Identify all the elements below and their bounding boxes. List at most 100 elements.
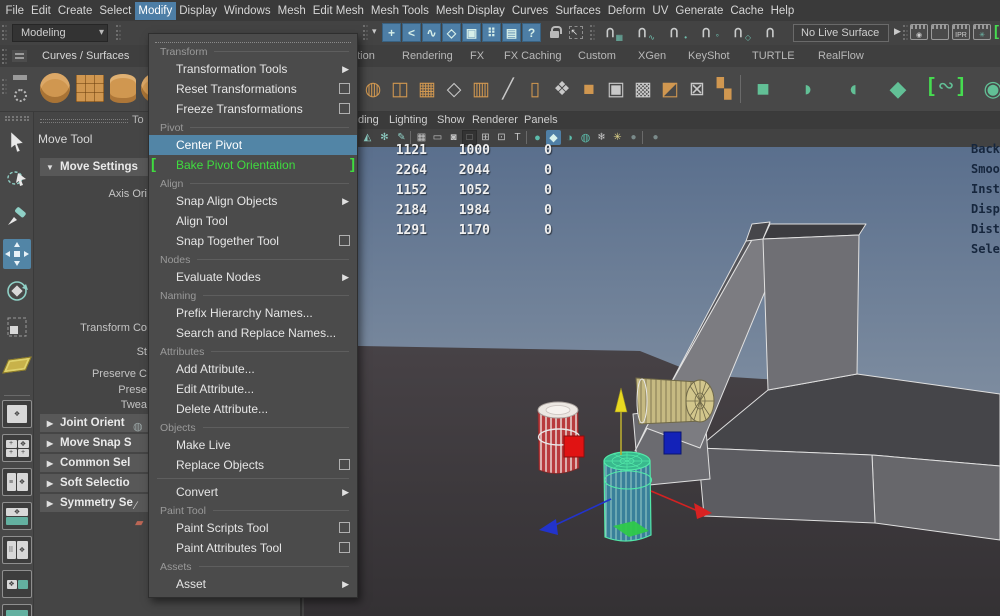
curve-edit-button[interactable]: ∿	[422, 23, 441, 42]
active-shelf-slot[interactable]: [ ∾ ]	[928, 73, 964, 98]
menu-edit[interactable]: Edit	[28, 2, 55, 20]
make-live-button[interactable]: ⊃	[760, 23, 784, 42]
nurbs-cube-icon[interactable]	[76, 75, 104, 102]
shelf-menu-icon[interactable]	[12, 50, 27, 62]
section-grip[interactable]	[116, 25, 121, 40]
live-surface-field[interactable]: No Live Surface	[793, 24, 889, 42]
lock-selection-button[interactable]	[545, 23, 564, 42]
menu-item-add-attribute[interactable]: Add Attribute...	[149, 359, 357, 379]
tab-fx[interactable]: FX	[464, 48, 490, 64]
render-current-frame-button[interactable]	[931, 24, 949, 40]
menu-mesh-display[interactable]: Mesh Display	[432, 2, 508, 20]
boolean-intersection-icon[interactable]: ◖	[840, 74, 866, 104]
lighting-menu[interactable]: Lighting	[389, 114, 428, 126]
cluster-button[interactable]: ⠿	[482, 23, 501, 42]
menu-item-paint-attributes-tool[interactable]: Paint Attributes Tool	[149, 538, 357, 558]
snap-to-point-button[interactable]: ⊃•	[664, 23, 688, 42]
boolean-extra-icon[interactable]: ◉	[980, 74, 1000, 104]
symmetry-tool-button[interactable]: +	[382, 23, 401, 42]
expand-arrow-icon[interactable]: ▶	[894, 26, 901, 37]
layout-persp-graph-button[interactable]: ❖	[2, 502, 32, 530]
menu-help[interactable]: Help	[767, 2, 798, 20]
tab-keyshot[interactable]: KeyShot	[682, 48, 736, 64]
paint-select-tool-button[interactable]	[3, 201, 31, 231]
tab-curves-surfaces[interactable]: Curves / Surfaces	[36, 48, 135, 64]
menu-file[interactable]: File	[2, 2, 28, 20]
tab-realflow[interactable]: RealFlow	[812, 48, 870, 64]
help-highlight-button[interactable]: ?	[522, 23, 541, 42]
option-box[interactable]	[339, 83, 350, 94]
menu-item-snap-together-tool[interactable]: Snap Together Tool	[149, 231, 357, 251]
poly-cube-icon[interactable]: ■	[576, 74, 602, 104]
option-box[interactable]	[339, 542, 350, 553]
angle-snap-button[interactable]: <	[402, 23, 421, 42]
section-grip[interactable]	[363, 25, 368, 40]
layout-single-pane-button[interactable]: ❖	[2, 400, 32, 428]
workspace-selector[interactable]: Modeling ▾	[12, 24, 108, 42]
menu-item-convert[interactable]: Convert▶	[149, 482, 357, 502]
boolean-cube-icon[interactable]: ◆	[885, 74, 911, 104]
lighting-bulb-icon[interactable]: ✳	[610, 130, 625, 145]
fold-quad-icon[interactable]: ◩	[657, 74, 683, 104]
layout-persp-uv-button[interactable]: ❖	[2, 570, 32, 598]
perspective-viewport[interactable]: ding Lighting Show Renderer Panels ◭ ✻ ✎…	[304, 112, 1000, 616]
knife-tool-icon[interactable]: ╱	[495, 74, 521, 104]
poly-sphere-icon[interactable]: ◍	[360, 74, 386, 104]
menu-item-transformation-tools[interactable]: Transformation Tools▶	[149, 59, 357, 79]
shadows-icon[interactable]: ●	[626, 130, 641, 145]
menu-deform[interactable]: Deform	[604, 2, 649, 20]
quad-split-icon[interactable]: ▚	[711, 74, 737, 104]
highlight-selection-button[interactable]: ↖	[566, 23, 585, 42]
menu-edit-mesh[interactable]: Edit Mesh	[309, 2, 367, 20]
menu-mesh-tools[interactable]: Mesh Tools	[367, 2, 432, 20]
panels-menu[interactable]: Panels	[524, 114, 558, 126]
option-box[interactable]	[339, 235, 350, 246]
menu-item-freeze-transformations[interactable]: Freeze Transformations	[149, 99, 357, 119]
panel-drag-handle[interactable]	[40, 119, 128, 123]
poly-pipe-icon[interactable]: ▯	[522, 74, 548, 104]
option-box[interactable]	[339, 459, 350, 470]
section-grip[interactable]	[590, 25, 595, 40]
menu-item-paint-scripts-tool[interactable]: Paint Scripts Tool	[149, 518, 357, 538]
edit-box-icon[interactable]: ▣	[603, 74, 629, 104]
lattice-button[interactable]: ▣	[462, 23, 481, 42]
layout-extra-button[interactable]	[2, 604, 32, 616]
boolean-union-icon[interactable]: ■	[750, 74, 776, 104]
menu-item-delete-attribute[interactable]: Delete Attribute...	[149, 399, 357, 419]
tab-xgen[interactable]: XGen	[632, 48, 672, 64]
menu-item-make-live[interactable]: Make Live	[149, 435, 357, 455]
menu-item-edit-attribute[interactable]: Edit Attribute...	[149, 379, 357, 399]
menu-item-bake-pivot-orientation[interactable]: [ Bake Pivot Orientation ]	[149, 155, 357, 175]
tab-custom[interactable]: Custom	[572, 48, 622, 64]
textured-mode-icon[interactable]: ◑	[562, 130, 577, 145]
chevron-down-icon[interactable]: ▾	[372, 26, 377, 37]
menu-mesh[interactable]: Mesh	[274, 2, 309, 20]
poly-grid-icon[interactable]: ▦	[414, 74, 440, 104]
tab-turtle[interactable]: TURTLE	[746, 48, 801, 64]
option-box[interactable]	[339, 522, 350, 533]
boolean-difference-icon[interactable]: ◗	[795, 74, 821, 104]
menu-item-align-tool[interactable]: Align Tool	[149, 211, 357, 231]
move-tool-button[interactable]	[3, 239, 31, 269]
menu-generate[interactable]: Generate	[672, 2, 727, 20]
shelf-gear-icon[interactable]	[14, 89, 27, 102]
renderer-menu[interactable]: Renderer	[472, 114, 518, 126]
show-menu[interactable]: Show	[437, 114, 465, 126]
layout-hypershade-persp-button[interactable]: ⠿❖	[2, 536, 32, 564]
select-tool-button[interactable]	[3, 127, 31, 157]
menu-create[interactable]: Create	[54, 2, 96, 20]
scale-tool-button[interactable]	[3, 312, 31, 342]
menu-cache[interactable]: Cache	[727, 2, 767, 20]
menu-item-center-pivot[interactable]: Center Pivot	[149, 135, 357, 155]
menu-select[interactable]: Select	[96, 2, 135, 20]
menu-item-asset[interactable]: Asset▶	[149, 574, 357, 594]
menu-item-search-and-replace-names[interactable]: Search and Replace Names...	[149, 323, 357, 343]
soft-select-button[interactable]: ◇	[442, 23, 461, 42]
menu-item-replace-objects[interactable]: Replace Objects	[149, 455, 357, 475]
menu-item-reset-transformations[interactable]: Reset Transformations	[149, 79, 357, 99]
lasso-tool-button[interactable]	[3, 163, 31, 193]
menu-surfaces[interactable]: Surfaces	[552, 2, 604, 20]
lattice-box-icon[interactable]: ▩	[630, 74, 656, 104]
tab-fx-caching[interactable]: FX Caching	[498, 48, 567, 64]
section-grip[interactable]	[2, 49, 7, 64]
